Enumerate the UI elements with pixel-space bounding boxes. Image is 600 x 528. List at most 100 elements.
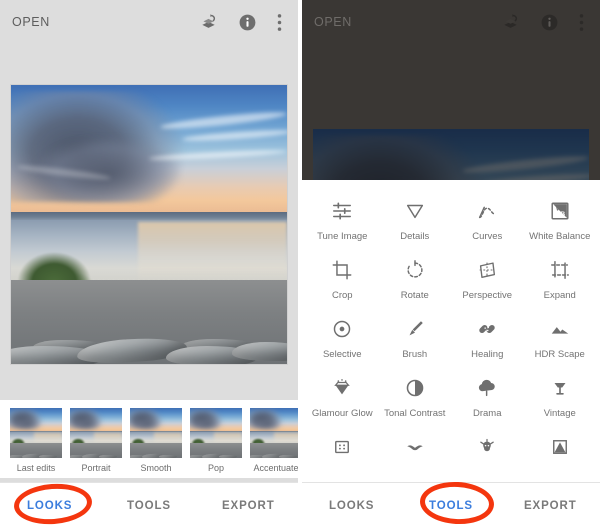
overflow-menu-icon[interactable]	[277, 13, 282, 32]
tool-label: Tonal Contrast	[384, 408, 446, 419]
expand-icon	[549, 257, 571, 283]
tool-vintage[interactable]: Vintage	[524, 367, 597, 426]
tool-crop[interactable]: Crop	[306, 249, 379, 308]
right-phone-screen: OPEN Tune Image Details Curves W B White…	[302, 0, 600, 528]
looks-filmstrip[interactable]: Last edits Portrait Smooth Pop Accentuat…	[0, 400, 298, 478]
list-item[interactable]: Pop	[190, 408, 242, 474]
screenshot-pair: OPEN Last edits Portrait Smooth Pop Acce…	[0, 0, 600, 528]
curves-icon	[476, 198, 498, 224]
thumbnail[interactable]	[10, 408, 62, 458]
tool-expand[interactable]: Expand	[524, 249, 597, 308]
left-top-bar: OPEN	[0, 0, 298, 44]
tab-export[interactable]: EXPORT	[199, 500, 298, 512]
tool-glamour-glow[interactable]: Glamour Glow	[306, 367, 379, 426]
left-bottom-nav: LOOKS TOOLS EXPORT	[0, 482, 298, 528]
tool-label: Rotate	[400, 290, 429, 301]
tool-label: HDR Scape	[534, 349, 585, 360]
list-item[interactable]: Smooth	[130, 408, 182, 474]
svg-text:B: B	[560, 211, 565, 218]
list-item-label: Portrait	[81, 463, 111, 473]
brush-icon	[404, 316, 426, 342]
list-item[interactable]: Last edits	[10, 408, 62, 474]
tab-export[interactable]: EXPORT	[501, 500, 600, 512]
tool-label: Perspective	[462, 290, 513, 301]
grunge-icon	[477, 434, 497, 460]
list-item-label: Pop	[207, 463, 224, 473]
tool-label: Drama	[472, 408, 502, 419]
tool-label: Brush	[402, 349, 428, 360]
perspective-icon	[476, 257, 498, 283]
tab-tools[interactable]: TOOLS	[99, 500, 198, 512]
tool-label: Tune Image	[317, 231, 368, 242]
list-item-label: Accentuate	[253, 463, 298, 473]
stacks-icon[interactable]	[501, 13, 520, 32]
thumbnail[interactable]	[70, 408, 122, 458]
tab-looks[interactable]: LOOKS	[302, 500, 401, 512]
tab-tools[interactable]: TOOLS	[401, 500, 500, 512]
tool-selective[interactable]: Selective	[306, 308, 379, 367]
glamour-glow-icon	[331, 375, 353, 401]
thumbnail[interactable]	[130, 408, 182, 458]
tool-label: Glamour Glow	[311, 408, 373, 419]
tool-label: Healing	[471, 349, 504, 360]
photo-canvas	[11, 85, 287, 364]
overflow-menu-icon[interactable]	[579, 13, 584, 32]
white-balance-icon: W B	[549, 198, 571, 224]
info-icon[interactable]	[540, 13, 559, 32]
tool-details[interactable]: Details	[379, 190, 452, 249]
vintage-icon	[549, 375, 571, 401]
selective-icon	[331, 316, 353, 342]
tool-tune-image[interactable]: Tune Image	[306, 190, 379, 249]
tool-curves[interactable]: Curves	[451, 190, 524, 249]
tool-label: Expand	[543, 290, 576, 301]
tool-grainy-film[interactable]	[306, 426, 379, 473]
stacks-icon[interactable]	[199, 13, 218, 32]
tool-rotate[interactable]: Rotate	[379, 249, 452, 308]
healing-icon	[476, 316, 498, 342]
right-bottom-nav: LOOKS TOOLS EXPORT	[302, 482, 600, 528]
tool-tonal-contrast[interactable]: Tonal Contrast	[379, 367, 452, 426]
right-top-bar-actions	[501, 13, 588, 32]
tool-grunge[interactable]	[451, 426, 524, 473]
drama-icon	[476, 375, 498, 401]
list-item-label: Last edits	[16, 463, 56, 473]
tonal-contrast-icon	[404, 375, 426, 401]
tool-label: Curves	[472, 231, 503, 242]
list-item-label: Smooth	[140, 463, 172, 473]
hdr-scape-icon	[549, 316, 571, 342]
tools-grid: Tune Image Details Curves W B White Bala…	[306, 190, 596, 473]
thumbnail[interactable]	[250, 408, 298, 458]
black-and-white-icon	[550, 434, 570, 460]
list-item[interactable]: Accentuate	[250, 408, 298, 474]
tool-perspective[interactable]: Perspective	[451, 249, 524, 308]
tool-healing[interactable]: Healing	[451, 308, 524, 367]
main-photo[interactable]	[11, 85, 287, 364]
details-icon	[404, 198, 426, 224]
tool-label: Crop	[331, 290, 353, 301]
open-label[interactable]: OPEN	[12, 15, 50, 29]
open-label[interactable]: OPEN	[314, 15, 352, 29]
tool-retrolux[interactable]	[379, 426, 452, 473]
left-top-bar-actions	[199, 13, 286, 32]
tool-white-balance[interactable]: W B White Balance	[524, 190, 597, 249]
info-icon[interactable]	[238, 13, 257, 32]
right-top-bar: OPEN	[302, 0, 600, 44]
list-item[interactable]: Portrait	[70, 408, 122, 474]
retrolux-icon	[404, 434, 426, 460]
tool-black-and-white[interactable]	[524, 426, 597, 473]
tools-panel: Tune Image Details Curves W B White Bala…	[302, 180, 600, 482]
tool-brush[interactable]: Brush	[379, 308, 452, 367]
tool-label: Vintage	[543, 408, 576, 419]
tool-drama[interactable]: Drama	[451, 367, 524, 426]
thumbnail[interactable]	[190, 408, 242, 458]
tool-label: White Balance	[529, 231, 591, 242]
tune-image-icon	[331, 198, 353, 224]
tab-looks[interactable]: LOOKS	[0, 500, 99, 512]
crop-icon	[331, 257, 353, 283]
grainy-film-icon	[332, 434, 352, 460]
tool-hdr-scape[interactable]: HDR Scape	[524, 308, 597, 367]
left-phone-screen: OPEN Last edits Portrait Smooth Pop Acce…	[0, 0, 298, 528]
tool-label: Details	[400, 231, 430, 242]
rotate-icon	[404, 257, 426, 283]
tool-label: Selective	[322, 349, 362, 360]
